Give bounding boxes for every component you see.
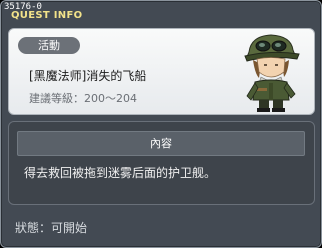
quest-details-panel: 內容 得去救回被拖到迷雾后面的护卫舰。 xyxy=(8,121,315,205)
quest-status: 狀態：可開始 xyxy=(15,221,88,235)
quest-description: 得去救回被拖到迷雾后面的护卫舰。 xyxy=(24,166,217,180)
window-title: QUEST INFO xyxy=(11,10,83,21)
recommended-level: 建議等級：200～204 xyxy=(29,92,137,105)
quest-title: [黑魔法师]消失的飞船 xyxy=(29,69,147,83)
quest-summary-panel: 活動 [黑魔法师]消失的飞船 建議等級：200～204 xyxy=(8,28,315,115)
quest-info-window: 35176-0 QUEST INFO 活動 [黑魔法师]消失的飞船 建議等級：2… xyxy=(0,0,322,248)
soldier-npc-icon xyxy=(244,34,300,112)
title-bar[interactable]: 35176-0 QUEST INFO xyxy=(1,1,321,25)
category-tag: 活動 xyxy=(18,37,80,54)
content-section-header: 內容 xyxy=(17,131,305,156)
